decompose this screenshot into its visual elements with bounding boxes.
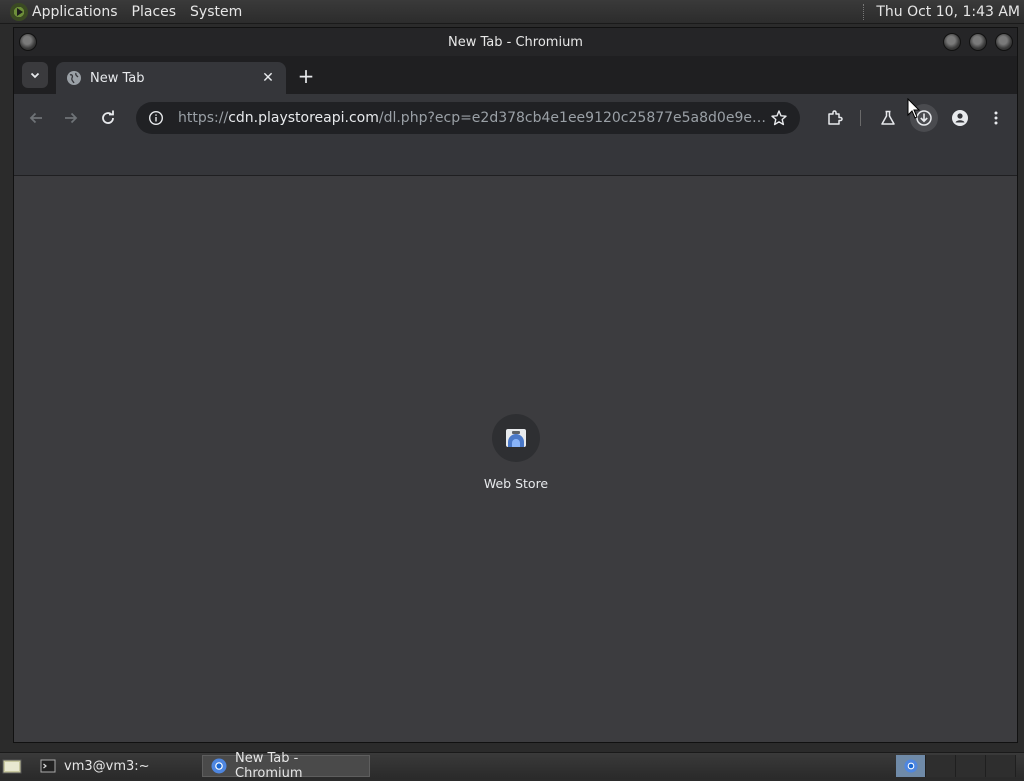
distro-logo-icon[interactable] [10,2,28,21]
tab-strip: New Tab ✕ + [14,56,1017,94]
minimize-button[interactable] [943,33,961,51]
chromium-icon [903,759,918,773]
bookmarks-bar [14,142,1017,176]
bookmark-star-icon[interactable] [770,109,788,127]
new-tab-page: Web Store [14,176,1017,742]
tab-title: New Tab [90,70,145,86]
window-menu-button[interactable] [19,33,37,51]
menu-button[interactable] [982,104,1010,132]
extensions-button[interactable] [821,104,849,132]
address-bar[interactable]: https://cdn.playstoreapi.com/dl.php?ecp=… [136,102,800,134]
forward-button[interactable] [57,104,85,132]
toolbar-divider [860,110,861,126]
browser-toolbar: https://cdn.playstoreapi.com/dl.php?ecp=… [14,94,1017,142]
close-window-button[interactable] [995,33,1013,51]
menu-applications[interactable]: Applications [32,4,118,20]
puzzle-icon [828,110,843,125]
workspace-switcher [896,755,1020,777]
taskbar-item-label: New Tab - Chromium [235,751,303,781]
maximize-button[interactable] [969,33,987,51]
panel-separator [863,3,866,20]
flask-icon [881,110,895,125]
arrow-left-icon [29,112,42,124]
workspace-2[interactable] [926,755,956,777]
globe-icon [66,70,82,86]
window-title: New Tab - Chromium [448,34,583,50]
taskbar-item-terminal[interactable]: vm3@vm3:~ [32,755,198,777]
show-desktop-icon[interactable] [2,756,22,776]
reload-button[interactable] [94,104,122,132]
workspace-1[interactable] [896,755,926,777]
window-titlebar[interactable]: New Tab - Chromium [14,28,1017,56]
reload-icon [102,110,114,124]
workspace-3[interactable] [956,755,986,777]
profile-button[interactable] [946,104,974,132]
web-store-icon [492,414,540,462]
bottom-panel: vm3@vm3:~ New Tab - Chromium [0,751,1024,781]
menu-system[interactable]: System [190,4,242,20]
workspace-4[interactable] [986,755,1016,777]
url-path: /dl.php?ecp=e2d378cb4e1ee9120c25877e5a8d… [378,110,770,126]
top-panel: Applications Places System Thu Oct 10, 1… [0,0,1024,24]
new-tab-button[interactable]: + [296,66,316,87]
menu-places[interactable]: Places [132,4,177,20]
more-vertical-icon [994,111,998,125]
taskbar-item-chromium[interactable]: New Tab - Chromium [202,751,370,781]
url-host: cdn.playstoreapi.com [228,110,379,126]
mouse-cursor-icon [907,98,921,119]
account-icon [952,110,968,126]
tab-close-icon[interactable]: ✕ [260,70,276,86]
shortcut-web-store[interactable]: Web Store [476,414,556,494]
taskbar-item-label: vm3@vm3:~ [64,758,150,774]
site-info-icon[interactable] [148,110,164,126]
back-button[interactable] [22,104,50,132]
clock[interactable]: Thu Oct 10, 1:43 AM [876,4,1020,20]
arrow-right-icon [65,112,78,124]
terminal-icon [40,758,56,774]
browser-window: New Tab - Chromium New Tab ✕ + https://c… [13,27,1018,743]
shortcut-label: Web Store [483,476,549,491]
url-text[interactable]: https://cdn.playstoreapi.com/dl.php?ecp=… [178,110,770,126]
url-scheme: https:// [178,110,229,126]
tab-new-tab[interactable]: New Tab ✕ [56,62,286,94]
tab-search-button[interactable] [22,62,48,88]
chevron-down-icon [30,72,40,79]
labs-button[interactable] [874,104,902,132]
chromium-icon [211,758,227,774]
